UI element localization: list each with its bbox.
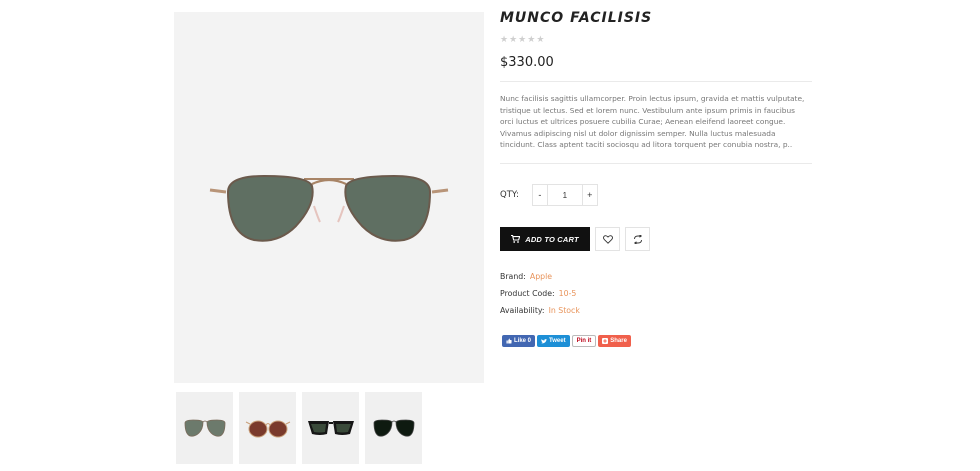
thumbnail-green-aviator[interactable] bbox=[176, 392, 233, 464]
twitter-bird-icon bbox=[541, 338, 548, 343]
twitter-tweet-label: Tweet bbox=[549, 338, 566, 344]
black-aviator-thumbnail-icon bbox=[373, 419, 414, 437]
compare-icon bbox=[633, 234, 642, 244]
share-label: Share bbox=[610, 338, 627, 344]
brand-label: Brand: bbox=[500, 272, 526, 281]
quantity-decrease-button[interactable]: - bbox=[533, 185, 547, 205]
availability-row: Availability: In Stock bbox=[500, 306, 580, 315]
share-plus-icon bbox=[602, 338, 609, 344]
twitter-tweet-button[interactable]: Tweet bbox=[537, 335, 570, 347]
pinterest-pin-label: Pin it bbox=[576, 338, 592, 344]
thumbs-up-icon bbox=[506, 338, 512, 344]
facebook-like-label: Like 0 bbox=[514, 338, 532, 344]
main-product-image bbox=[174, 12, 484, 383]
quantity-increase-button[interactable]: + bbox=[583, 185, 597, 205]
green-aviator-thumbnail-icon bbox=[184, 419, 225, 437]
thumbnail-black-wayfarer[interactable] bbox=[302, 392, 359, 464]
heart-icon bbox=[602, 234, 613, 244]
product-code-label: Product Code: bbox=[500, 289, 555, 298]
pinterest-pin-button[interactable]: Pin it bbox=[571, 335, 597, 347]
star-icon: ★ bbox=[518, 34, 527, 44]
divider bbox=[500, 163, 812, 164]
product-rating: ★ ★ ★ ★ ★ bbox=[500, 34, 544, 44]
product-price: $330.00 bbox=[500, 55, 554, 70]
thumbnail-brown-round[interactable] bbox=[239, 392, 296, 464]
availability-label: Availability: bbox=[500, 306, 545, 315]
compare-button[interactable] bbox=[625, 227, 650, 251]
divider bbox=[500, 81, 812, 82]
brown-round-thumbnail-icon bbox=[245, 420, 290, 438]
quantity-stepper: - 1 + bbox=[531, 184, 598, 206]
quantity-row: QTY: - 1 + bbox=[500, 184, 598, 206]
wishlist-button[interactable] bbox=[595, 227, 620, 251]
brand-row: Brand: Apple bbox=[500, 272, 552, 281]
share-buttons: Like 0 Tweet Pin it Share bbox=[502, 335, 631, 347]
product-code-value: 10-5 bbox=[558, 289, 577, 298]
star-icon: ★ bbox=[527, 34, 536, 44]
star-icon: ★ bbox=[536, 34, 545, 44]
quantity-input[interactable]: 1 bbox=[546, 185, 583, 205]
black-wayfarer-thumbnail-icon bbox=[307, 421, 354, 435]
brand-link[interactable]: Apple bbox=[530, 272, 552, 281]
add-to-cart-label: ADD TO CART bbox=[525, 234, 579, 244]
product-title: MUNCO FACILISIS bbox=[500, 10, 653, 26]
aviator-sunglasses-image bbox=[209, 174, 449, 242]
thumbnail-black-aviator[interactable] bbox=[365, 392, 422, 464]
product-description: Nunc facilisis sagittis ullamcorper. Pro… bbox=[500, 94, 805, 149]
product-code-row: Product Code: 10-5 bbox=[500, 289, 576, 298]
star-icon: ★ bbox=[509, 34, 518, 44]
add-to-cart-button[interactable]: ADD TO CART bbox=[500, 227, 590, 251]
facebook-like-button[interactable]: Like 0 bbox=[502, 335, 536, 347]
thumbnail-strip bbox=[176, 392, 486, 464]
share-button[interactable]: Share bbox=[598, 335, 631, 347]
star-icon: ★ bbox=[500, 34, 509, 44]
availability-value: In Stock bbox=[548, 306, 580, 315]
cart-icon bbox=[511, 235, 521, 243]
quantity-label: QTY: bbox=[500, 190, 519, 200]
product-actions: ADD TO CART bbox=[500, 227, 650, 251]
